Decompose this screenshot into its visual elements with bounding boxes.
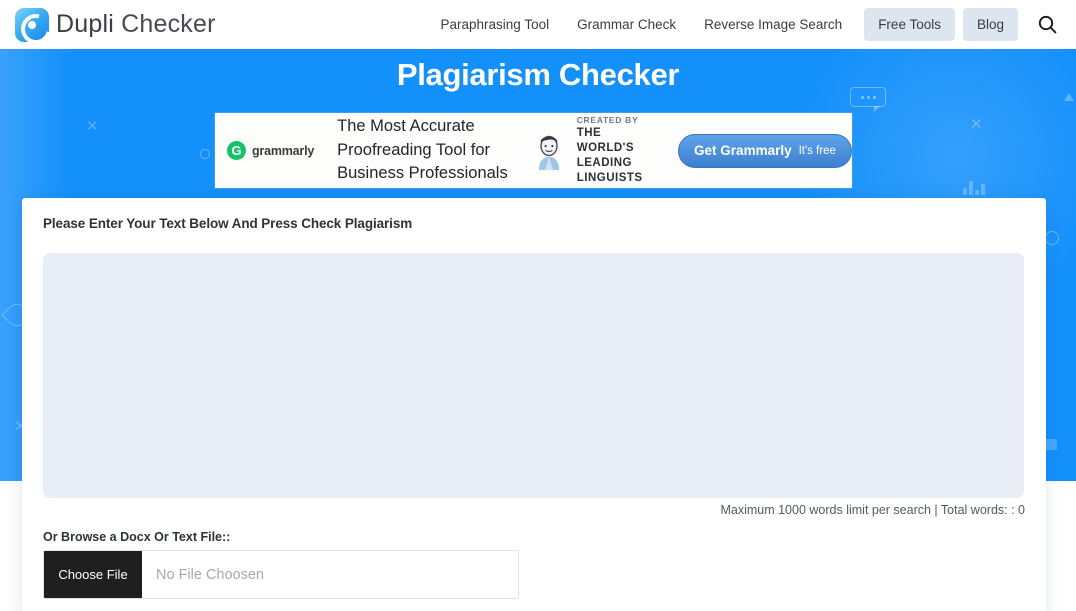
ad-credit-line-1: CREATED BY: [576, 114, 639, 125]
cta-main-label: Get Grammarly: [694, 143, 792, 158]
brand-name-part1: Dupli: [56, 10, 114, 38]
linguist-person-icon: [530, 129, 568, 173]
ad-headline-line-1: The Most Accurate: [337, 117, 475, 136]
get-grammarly-button[interactable]: Get Grammarly It's free: [678, 133, 852, 168]
grammarly-ad-banner[interactable]: G grammarly The Most Accurate Proofreadi…: [214, 112, 853, 189]
form-prompt-label: Please Enter Your Text Below And Press C…: [43, 216, 413, 231]
plagiarism-form-card: Please Enter Your Text Below And Press C…: [22, 198, 1046, 611]
cta-sub-label: It's free: [798, 144, 836, 157]
grammarly-logo-text: grammarly: [252, 143, 315, 158]
word-count-status: Maximum 1000 words limit per search | To…: [720, 503, 1025, 517]
decor-circle-icon: [200, 149, 210, 159]
brand-name: Dupli Checker: [56, 10, 216, 39]
ad-credit-line-3: LEADING LINGUISTS: [576, 157, 643, 185]
search-icon[interactable]: [1034, 12, 1060, 38]
grammarly-logo: G grammarly: [227, 141, 314, 160]
nav-item-paraphrasing-tool[interactable]: Paraphrasing Tool: [427, 8, 564, 41]
duplichecker-logo-icon: [15, 7, 49, 42]
ad-headline-line-2: Proofreading Tool for: [337, 140, 490, 159]
brand-logo[interactable]: Dupli Checker: [15, 7, 216, 42]
nav-links: Paraphrasing Tool Grammar Check Reverse …: [427, 8, 1060, 41]
top-navigation-bar: Dupli Checker Paraphrasing Tool Grammar …: [0, 0, 1076, 49]
ad-credit-line-2: THE WORLD'S: [576, 126, 635, 154]
grammarly-logo-icon: G: [227, 141, 246, 160]
brand-name-part2: Checker: [121, 10, 216, 38]
choose-file-button[interactable]: Choose File: [44, 551, 142, 598]
nav-item-blog[interactable]: Blog: [962, 8, 1018, 41]
chosen-file-name[interactable]: No File Choosen: [142, 551, 518, 598]
ad-headline-line-3: Business Professionals: [337, 164, 508, 183]
plagiarism-checker-page: Plagiarism Checker ✕ ✕ ✕ Dupli Checker P…: [0, 0, 1076, 611]
nav-item-reverse-image-search[interactable]: Reverse Image Search: [690, 8, 856, 41]
browse-file-label: Or Browse a Docx Or Text File::: [43, 530, 231, 544]
nav-item-free-tools[interactable]: Free Tools: [864, 8, 955, 41]
text-input-area[interactable]: [43, 253, 1024, 498]
ad-headline: The Most Accurate Proofreading Tool for …: [337, 115, 508, 185]
nav-item-grammar-check[interactable]: Grammar Check: [563, 8, 690, 41]
file-upload-row: Choose File No File Choosen: [43, 550, 519, 599]
ad-credit-text: CREATED BY THE WORLD'S LEADING LINGUISTS: [577, 115, 659, 187]
decor-square-icon: [1046, 439, 1057, 450]
decor-x-icon: ✕: [86, 118, 99, 135]
page-title: Plagiarism Checker: [396, 57, 680, 92]
